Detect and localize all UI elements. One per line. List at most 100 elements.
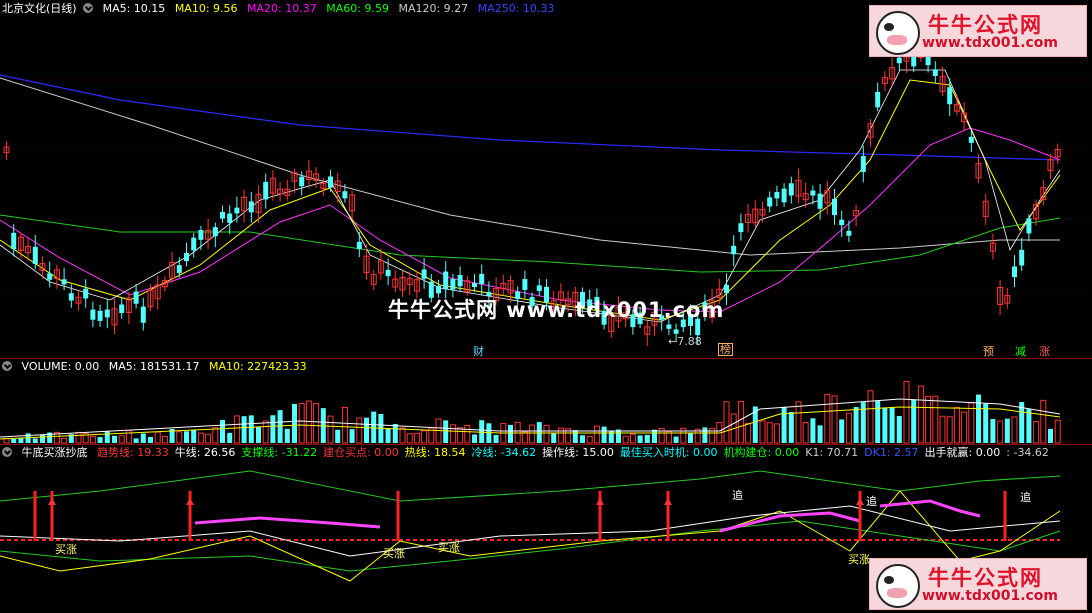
candle-body [522,279,528,290]
candle-body [83,288,89,299]
indicator-toggle-icon[interactable] [2,447,12,457]
volume-bar [104,431,110,443]
candle-body [97,310,103,321]
candle-body [536,285,542,291]
indicator-field: 机构建仓: 0.00 [723,446,800,459]
volume-bar [824,393,831,444]
candle-body [11,232,17,250]
volume-bar [356,417,363,444]
volume-bar [601,426,607,443]
volume-bar [644,434,650,443]
indicator-field: 最佳买入时机: 0.00 [619,446,718,459]
low-price-value: 7.88 [677,335,702,348]
volume-bar [543,424,550,444]
candle-body [104,309,110,318]
volume-bar [197,432,204,444]
volume-bar [551,432,557,443]
volume-bar [457,427,464,444]
indicator-field: 支撑线: -31.22 [241,446,318,459]
volume-bar [184,431,189,443]
indicator-field: : -34.62 [1006,446,1049,459]
volume-bar [1048,428,1053,443]
volume-bar [759,420,766,444]
candle-body [299,176,305,187]
candle-body [860,156,866,172]
indicator-field: 冷线: -34.62 [471,446,537,459]
volume-bar [853,407,859,443]
ma5-line [0,69,1061,323]
volume-header: VOLUME: 0.00 MA5: 181531.17 MA10: 227423… [2,359,313,375]
event-tag-rank[interactable]: 榜 [718,343,733,356]
candle-body [90,309,96,320]
candle-body [875,91,881,108]
candle-body [774,192,780,199]
volume-bar [61,437,68,444]
candle-body [263,181,269,200]
volume-bar [1033,420,1040,444]
volume-bar [1004,418,1010,443]
indicator-field: 牛线: 26.56 [174,446,236,459]
volume-bar [1011,416,1018,444]
volume-bar [817,425,823,443]
volume-bar [946,416,953,444]
ma10-line [0,79,1061,321]
volume-bar [406,433,413,444]
volume-bar [917,385,924,444]
event-tag-rise[interactable]: 涨 [1039,343,1050,359]
candle-body [724,284,729,294]
event-tag-finance[interactable]: 财 [473,343,484,359]
event-tag-forecast[interactable]: 预 [983,343,994,359]
volume-bar [737,400,744,444]
candle-body [947,87,953,105]
volume-bar [593,425,600,444]
volume-bar [248,415,254,443]
candle-body [1012,266,1017,278]
buy-arrow-icon [48,498,56,505]
signal-label: 买涨 [848,553,870,566]
volume-bar [205,433,212,444]
candle-body [342,191,348,199]
volume-bar [161,435,168,444]
logo-url: www.tdx001.com [922,588,1059,604]
volume-bar [867,390,874,444]
indicator-field: K1: 70.71 [805,446,859,459]
volume-bar [508,424,513,443]
volume-bar [18,438,24,443]
volume-bar [220,420,225,443]
volume-toggle-icon[interactable] [2,361,12,371]
candle-body [1019,249,1025,266]
volume-bar [673,436,679,443]
candle-body [810,190,816,196]
candle-body [738,223,744,233]
volume-bar [723,401,730,444]
candle-body [436,285,441,294]
candle-body [198,230,204,240]
volume-bar [766,422,773,444]
settings-toggle-icon[interactable] [83,3,94,13]
volume-bar [997,420,1004,444]
volume-bar [911,399,917,443]
volume-bar [968,402,975,444]
site-logo-bottom[interactable]: 牛牛公式网 www.tdx001.com [869,558,1087,610]
signal-label: 买涨 [383,547,405,560]
volume-bar [118,435,125,444]
cow-mascot-icon [876,564,920,608]
candle-body [220,211,225,219]
candle-body [385,269,391,277]
volume-bar [802,422,809,444]
volume-bar [889,407,895,443]
indicator-name[interactable]: 牛底买涨抄底 [22,446,88,459]
volume-bar [580,435,585,443]
signal-label: 追 [1020,490,1031,504]
indicator-field: 操作线: 15.00 [542,446,614,459]
event-tag-reduce[interactable]: 减 [1015,343,1026,359]
candle-body [731,245,737,255]
candle-body [472,283,477,288]
site-logo-top[interactable]: 牛牛公式网 www.tdx001.com [869,5,1087,57]
stock-title[interactable]: 北京文化(日线) [2,2,77,15]
volume-bar [11,438,17,443]
volume-bar [953,406,960,444]
support-line [0,470,1061,502]
candle-body [234,207,240,214]
volume-bar [449,424,456,444]
